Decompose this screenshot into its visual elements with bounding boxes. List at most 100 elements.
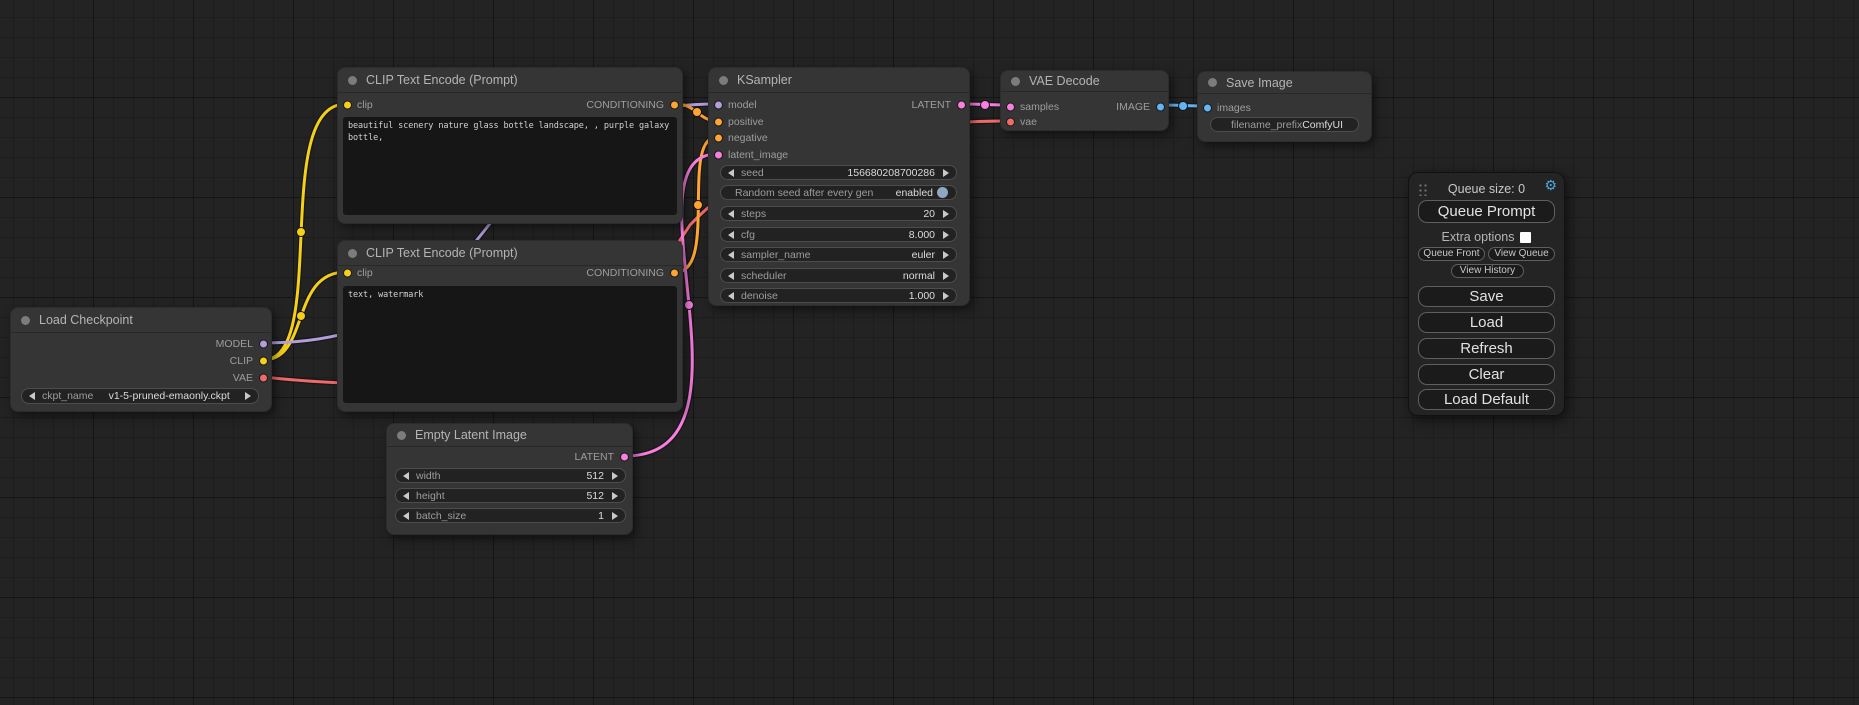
collapse-dot-icon[interactable]	[1011, 77, 1020, 86]
widget-value: 8.000	[909, 229, 935, 241]
toggle-on-icon[interactable]	[937, 187, 948, 198]
images-input-port[interactable]	[1203, 104, 1212, 113]
decrement-arrow-icon[interactable]	[728, 272, 734, 280]
node-title-bar[interactable]: Empty Latent Image	[387, 424, 632, 447]
increment-arrow-icon[interactable]	[612, 512, 618, 520]
increment-arrow-icon[interactable]	[943, 251, 949, 259]
increment-arrow-icon[interactable]	[612, 492, 618, 500]
height-widget[interactable]: height 512	[395, 488, 626, 503]
node-graph-canvas[interactable]: Load Checkpoint MODEL CLIP VAE ckpt_name…	[0, 0, 1859, 705]
view-queue-button[interactable]: View Queue	[1488, 247, 1555, 261]
decrement-arrow-icon[interactable]	[728, 292, 734, 300]
decrement-arrow-icon[interactable]	[728, 231, 734, 239]
collapse-dot-icon[interactable]	[1208, 78, 1217, 87]
node-title-bar[interactable]: Load Checkpoint	[11, 308, 271, 333]
decrement-arrow-icon[interactable]	[728, 251, 734, 259]
latent-image-input-port[interactable]	[714, 151, 723, 160]
increment-arrow-icon[interactable]	[943, 272, 949, 280]
widget-value: enabled	[896, 187, 933, 199]
decrement-arrow-icon[interactable]	[403, 492, 409, 500]
latent-output-port[interactable]	[957, 101, 966, 110]
collapse-dot-icon[interactable]	[348, 249, 357, 258]
output-label: CONDITIONING	[586, 267, 664, 279]
steps-widget[interactable]: steps 20	[720, 206, 957, 221]
increment-arrow-icon[interactable]	[943, 169, 949, 177]
node-clip-text-encode-positive[interactable]: CLIP Text Encode (Prompt) clip CONDITION…	[337, 67, 683, 224]
node-empty-latent-image[interactable]: Empty Latent Image LATENT width 512 heig…	[386, 423, 633, 535]
model-input-port[interactable]	[714, 101, 723, 110]
input-row: latent_image	[709, 147, 969, 163]
increment-arrow-icon[interactable]	[612, 472, 618, 480]
vae-output-port[interactable]	[259, 374, 268, 383]
output-row: MODEL	[11, 336, 271, 352]
positive-input-port[interactable]	[714, 118, 723, 127]
decrement-arrow-icon[interactable]	[728, 210, 734, 218]
output-label: CLIP	[230, 355, 253, 367]
batch-size-widget[interactable]: batch_size 1	[395, 508, 626, 523]
increment-arrow-icon[interactable]	[245, 392, 251, 400]
queue-front-button[interactable]: Queue Front	[1418, 247, 1485, 261]
collapse-dot-icon[interactable]	[348, 76, 357, 85]
collapse-dot-icon[interactable]	[719, 76, 728, 85]
conditioning-output-port[interactable]	[670, 269, 679, 278]
decrement-arrow-icon[interactable]	[403, 512, 409, 520]
node-vae-decode[interactable]: VAE Decode samples IMAGE vae	[1000, 70, 1169, 131]
load-default-button[interactable]: Load Default	[1418, 389, 1555, 410]
negative-prompt-textarea[interactable]: text, watermark	[343, 286, 677, 403]
queue-prompt-button[interactable]: Queue Prompt	[1418, 200, 1555, 223]
input-label: model	[728, 99, 757, 111]
filename-prefix-widget[interactable]: filename_prefix ComfyUI	[1210, 117, 1359, 132]
node-clip-text-encode-negative[interactable]: CLIP Text Encode (Prompt) clip CONDITION…	[337, 240, 683, 412]
input-label: samples	[1020, 101, 1059, 113]
clip-input-port[interactable]	[343, 101, 352, 110]
random-seed-toggle-widget[interactable]: Random seed after every gen enabled	[720, 185, 957, 200]
output-label: IMAGE	[1116, 101, 1150, 113]
node-title-bar[interactable]: KSampler	[709, 68, 969, 93]
node-title-bar[interactable]: Save Image	[1198, 72, 1371, 94]
vae-input-port[interactable]	[1006, 118, 1015, 127]
latent-output-port[interactable]	[620, 453, 629, 462]
ckpt-name-widget[interactable]: ckpt_name v1-5-pruned-emaonly.ckpt	[21, 388, 259, 404]
decrement-arrow-icon[interactable]	[728, 169, 734, 177]
node-title-bar[interactable]: VAE Decode	[1001, 71, 1168, 92]
collapse-dot-icon[interactable]	[397, 431, 406, 440]
clear-button[interactable]: Clear	[1418, 364, 1555, 385]
output-label: LATENT	[575, 451, 614, 463]
sampler-name-widget[interactable]: sampler_name euler	[720, 247, 957, 262]
node-save-image[interactable]: Save Image images filename_prefix ComfyU…	[1197, 71, 1372, 142]
clip-output-port[interactable]	[259, 357, 268, 366]
refresh-button[interactable]: Refresh	[1418, 338, 1555, 359]
positive-prompt-textarea[interactable]: beautiful scenery nature glass bottle la…	[343, 117, 677, 215]
model-output-port[interactable]	[259, 340, 268, 349]
link-dot	[297, 312, 306, 321]
seed-widget[interactable]: seed 156680208700286	[720, 165, 957, 180]
increment-arrow-icon[interactable]	[943, 292, 949, 300]
node-title-bar[interactable]: CLIP Text Encode (Prompt)	[338, 68, 682, 93]
samples-input-port[interactable]	[1006, 103, 1015, 112]
view-history-button[interactable]: View History	[1451, 264, 1524, 278]
widget-value: normal	[903, 270, 935, 282]
extra-options-row: Extra options	[1409, 231, 1564, 244]
increment-arrow-icon[interactable]	[943, 231, 949, 239]
collapse-dot-icon[interactable]	[21, 316, 30, 325]
increment-arrow-icon[interactable]	[943, 210, 949, 218]
image-output-port[interactable]	[1156, 103, 1165, 112]
scheduler-widget[interactable]: scheduler normal	[720, 268, 957, 283]
clip-input-port[interactable]	[343, 269, 352, 278]
decrement-arrow-icon[interactable]	[403, 472, 409, 480]
denoise-widget[interactable]: denoise 1.000	[720, 288, 957, 303]
node-title-bar[interactable]: CLIP Text Encode (Prompt)	[338, 241, 682, 266]
settings-gear-icon[interactable]: ⚙	[1544, 177, 1557, 194]
node-title: VAE Decode	[1029, 74, 1100, 88]
decrement-arrow-icon[interactable]	[29, 392, 35, 400]
node-load-checkpoint[interactable]: Load Checkpoint MODEL CLIP VAE ckpt_name…	[10, 307, 272, 412]
cfg-widget[interactable]: cfg 8.000	[720, 227, 957, 242]
input-row: vae	[1001, 114, 1168, 130]
save-button[interactable]: Save	[1418, 286, 1555, 307]
negative-input-port[interactable]	[714, 134, 723, 143]
load-button[interactable]: Load	[1418, 312, 1555, 333]
extra-options-checkbox[interactable]	[1520, 232, 1531, 243]
node-ksampler[interactable]: KSampler model LATENT positive negative …	[708, 67, 970, 306]
width-widget[interactable]: width 512	[395, 468, 626, 483]
conditioning-output-port[interactable]	[670, 101, 679, 110]
